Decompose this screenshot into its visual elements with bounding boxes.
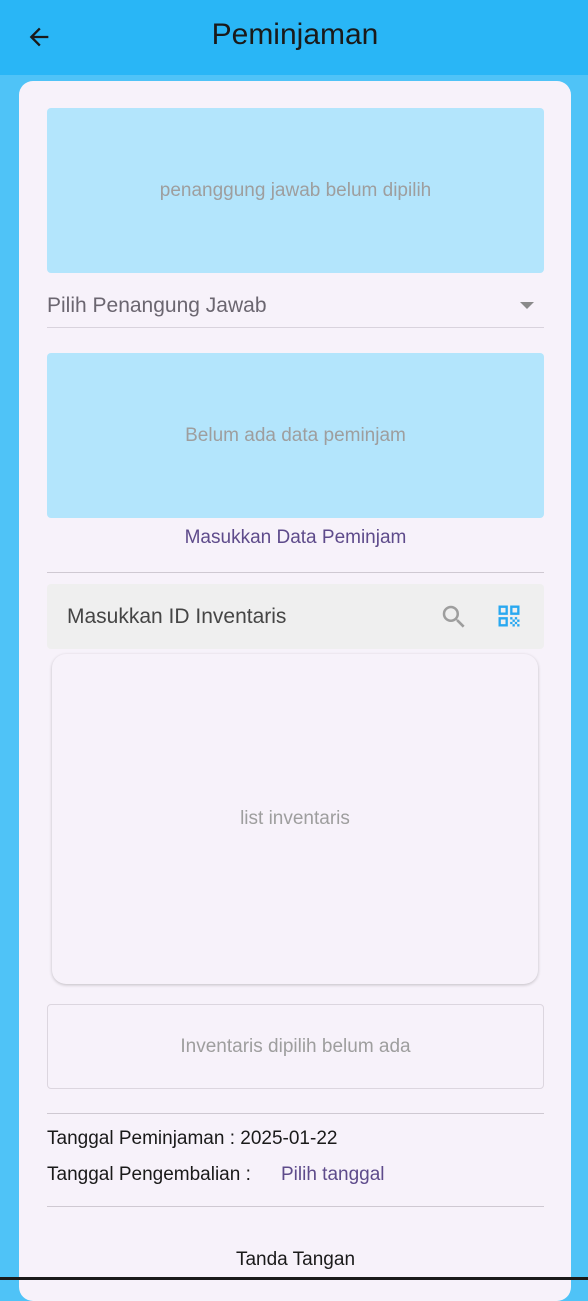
selected-inventory-box: Inventaris dipilih belum ada (47, 1004, 544, 1089)
borrower-panel: Belum ada data peminjam (47, 353, 544, 518)
borrower-placeholder-text: Belum ada data peminjam (185, 424, 406, 446)
pick-date-button[interactable]: Pilih tanggal (281, 1164, 385, 1186)
divider (47, 572, 544, 573)
inventory-search-bar (47, 584, 544, 649)
responsible-person-panel: penanggung jawab belum dipilih (47, 108, 544, 273)
qr-code-icon[interactable] (495, 602, 523, 630)
signature-title: Tanda Tangan (235, 1249, 356, 1270)
app-bar: Peminjaman (0, 0, 588, 75)
caret-down-icon (520, 302, 534, 309)
return-date-label: Tanggal Pengembalian : (47, 1164, 251, 1185)
enter-borrower-data-button[interactable]: Masukkan Data Peminjam (47, 527, 544, 549)
selected-inventory-placeholder: Inventaris dipilih belum ada (180, 1035, 411, 1057)
responsible-placeholder-text: penanggung jawab belum dipilih (159, 179, 432, 201)
borrow-date-text: Tanggal Peminjaman : 2025-01-22 (47, 1128, 338, 1149)
dropdown-label: Pilih Penangung Jawab (47, 294, 267, 317)
inventory-list-placeholder: list inventaris (240, 808, 350, 829)
form-card: penanggung jawab belum dipilih Pilih Pen… (19, 81, 571, 1301)
divider (47, 1206, 544, 1207)
search-icon[interactable] (439, 602, 469, 632)
page-title: Peminjaman (211, 18, 379, 51)
inventory-list: list inventaris (52, 654, 538, 984)
inventory-id-input[interactable] (67, 603, 407, 631)
divider (47, 1113, 544, 1114)
responsible-person-dropdown[interactable]: Pilih Penangung Jawab (47, 287, 544, 328)
